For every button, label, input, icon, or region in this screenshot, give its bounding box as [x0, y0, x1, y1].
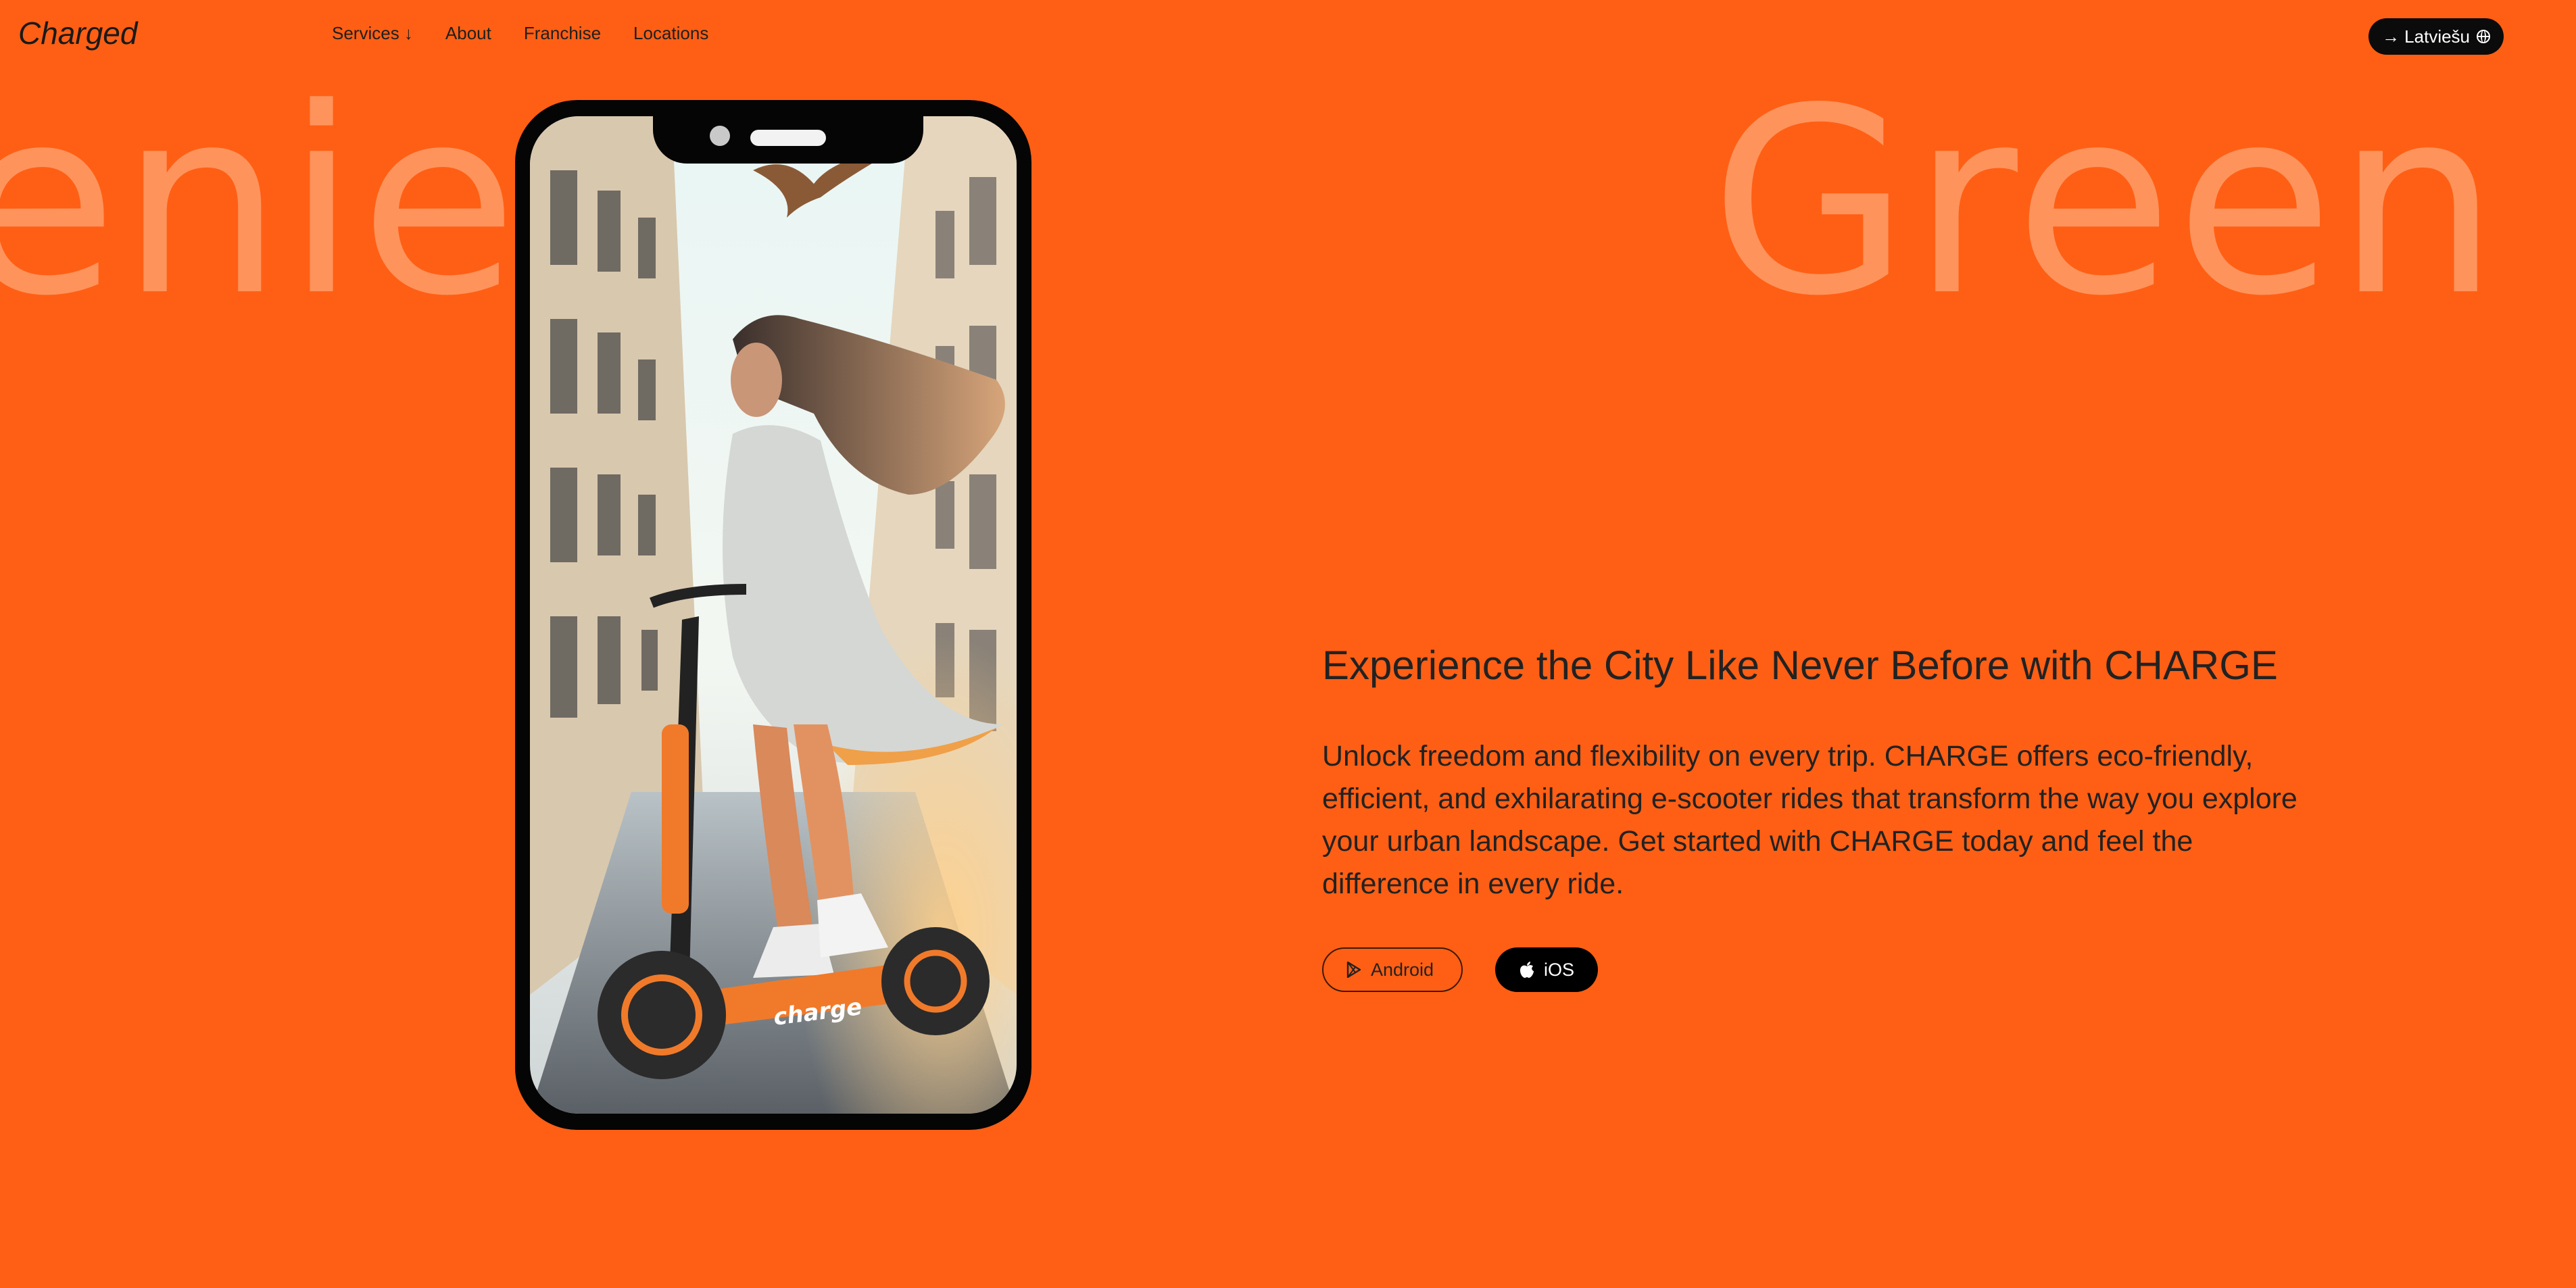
nav-locations[interactable]: Locations	[633, 23, 708, 44]
hero-headline: Experience the City Like Never Before wi…	[1322, 643, 2278, 688]
speaker-pill	[750, 130, 826, 146]
play-store-icon	[1346, 962, 1361, 978]
android-button[interactable]: Android	[1322, 947, 1463, 992]
nav-services[interactable]: Services ↓	[332, 23, 413, 44]
hero-illustration: charge	[530, 116, 1017, 1114]
phone-mockup: charge	[515, 100, 1031, 1130]
phone-screen: charge	[530, 116, 1017, 1114]
head	[731, 343, 782, 417]
ios-button[interactable]: iOS	[1495, 947, 1598, 992]
main-nav: Services ↓ About Franchise Locations	[332, 23, 708, 44]
globe-icon	[2477, 30, 2491, 43]
logo[interactable]: Charged	[18, 15, 137, 51]
front-wheel	[598, 951, 726, 1079]
language-button[interactable]: → Latviešu	[2368, 18, 2504, 55]
language-label: → Latviešu	[2381, 26, 2471, 47]
hero-body: Unlock freedom and flexibility on every …	[1322, 740, 2298, 900]
rear-wheel	[881, 927, 990, 1035]
apple-icon	[1520, 962, 1534, 978]
nav-about[interactable]: About	[445, 23, 491, 44]
ios-label: iOS	[1544, 959, 1575, 980]
nav-franchise[interactable]: Franchise	[524, 23, 601, 44]
scooter-stem-orange	[662, 724, 689, 914]
camera-dot	[710, 126, 730, 146]
phone-notch	[653, 116, 923, 164]
android-label: Android	[1371, 959, 1434, 980]
background-word-right: Green	[1710, 53, 2502, 352]
